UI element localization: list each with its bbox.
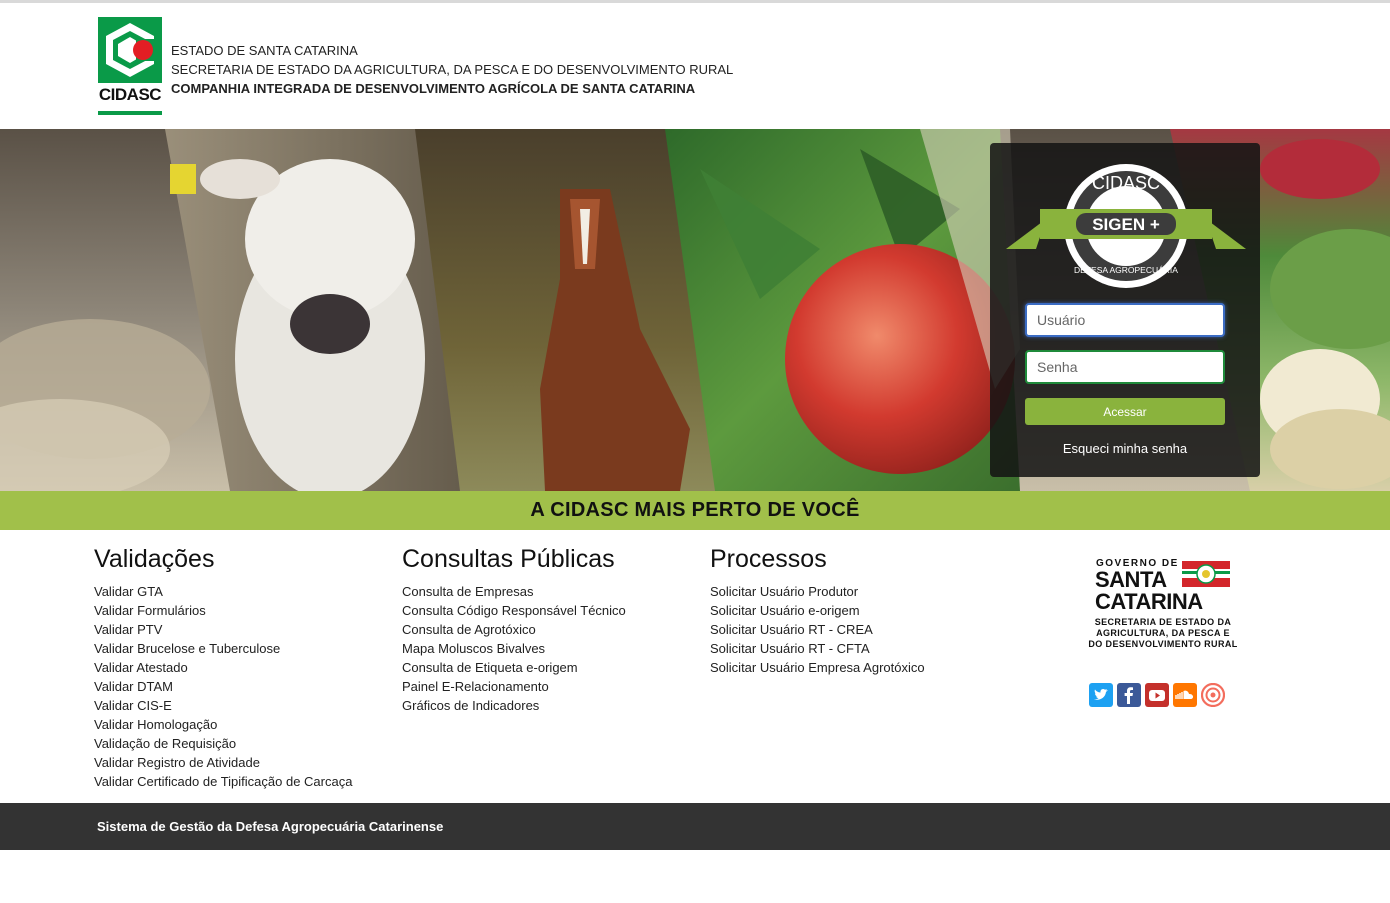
sigen-badge-ribbon-text: SIGEN + [1092,215,1160,234]
username-input[interactable] [1025,303,1225,337]
site-footer: Sistema de Gestão da Defesa Agropecuária… [0,803,1390,850]
validacoes-section: Validações Validar GTA Validar Formulári… [94,544,352,791]
cidasc-logo-text: CIDASC [98,85,162,104]
consultas-section: Consultas Públicas Consulta de Empresas … [402,544,626,715]
cidasc-logo-mark [98,17,162,83]
sigen-badge: CIDASC SIGEN + DEFESA AGROPECUÁRIA [1006,161,1246,291]
header-secretariat: SECRETARIA DE ESTADO DA AGRICULTURA, DA … [171,62,734,77]
validacoes-title: Validações [94,545,215,573]
gov-logo-line4: AGRICULTURA, DA PESCA E [1096,628,1230,638]
issuu-icon[interactable] [1200,682,1226,708]
consultas-link[interactable]: Consulta de Agrotóxico [402,620,626,639]
forgot-password-link[interactable]: Esqueci minha senha [990,441,1260,456]
cidasc-logo[interactable]: CIDASC [98,17,162,117]
login-button[interactable]: Acessar [1025,398,1225,425]
validacoes-link[interactable]: Validação de Requisição [94,734,352,753]
consultas-link[interactable]: Gráficos de Indicadores [402,696,626,715]
login-panel: CIDASC SIGEN + DEFESA AGROPECUÁRIA Acess… [990,143,1260,477]
processos-section: Processos Solicitar Usuário Produtor Sol… [710,544,925,677]
consultas-link[interactable]: Consulta Código Responsável Técnico [402,601,626,620]
hero-collage: CIDASC SIGEN + DEFESA AGROPECUÁRIA Acess… [0,129,1390,491]
validacoes-link[interactable]: Validar PTV [94,620,352,639]
processos-link[interactable]: Solicitar Usuário Produtor [710,582,925,601]
header-titles: ESTADO DE SANTA CATARINA SECRETARIA DE E… [171,41,733,98]
validacoes-link[interactable]: Validar DTAM [94,677,352,696]
slogan-banner: A CIDASC MAIS PERTO DE VOCÊ [0,491,1390,530]
validacoes-link[interactable]: Validar GTA [94,582,352,601]
validacoes-link[interactable]: Validar Certificado de Tipificação de Ca… [94,772,352,791]
validacoes-link[interactable]: Validar Atestado [94,658,352,677]
processos-title: Processos [710,545,827,573]
soundcloud-icon[interactable] [1173,683,1197,707]
processos-link[interactable]: Solicitar Usuário Empresa Agrotóxico [710,658,925,677]
cidasc-logo-underline [98,111,162,115]
validacoes-link[interactable]: Validar Homologação [94,715,352,734]
validacoes-link[interactable]: Validar Formulários [94,601,352,620]
sigen-badge-top-text: CIDASC [1092,173,1160,193]
password-input[interactable] [1025,350,1225,384]
gov-logo-line5: DO DESENVOLVIMENTO RURAL [1088,639,1238,649]
consultas-title: Consultas Públicas [402,545,615,573]
gov-logo-line3: SECRETARIA DE ESTADO DA [1094,617,1232,627]
validacoes-link[interactable]: Validar CIS-E [94,696,352,715]
sc-flag-icon [1182,561,1230,587]
facebook-icon[interactable] [1117,683,1141,707]
processos-link[interactable]: Solicitar Usuário RT - CREA [710,620,925,639]
processos-link[interactable]: Solicitar Usuário RT - CFTA [710,639,925,658]
footer-text: Sistema de Gestão da Defesa Agropecuária… [97,819,444,834]
twitter-icon[interactable] [1089,683,1113,707]
youtube-icon[interactable] [1145,683,1169,707]
validacoes-link[interactable]: Validar Brucelose e Tuberculose [94,639,352,658]
processos-link[interactable]: Solicitar Usuário e-origem [710,601,925,620]
consultas-link[interactable]: Mapa Moluscos Bivalves [402,639,626,658]
validacoes-link[interactable]: Validar Registro de Atividade [94,753,352,772]
gov-sc-logo[interactable]: GOVERNO DE SANTA CATARINA SECRETARIA DE … [1086,558,1240,650]
sigen-badge-bottom-text: DEFESA AGROPECUÁRIA [1074,265,1178,275]
slogan-text: A CIDASC MAIS PERTO DE VOCÊ [530,499,860,521]
consultas-link[interactable]: Consulta de Empresas [402,582,626,601]
header-company: COMPANHIA INTEGRADA DE DESENVOLVIMENTO A… [171,81,696,96]
consultas-link[interactable]: Consulta de Etiqueta e-origem [402,658,626,677]
site-header: CIDASC ESTADO DE SANTA CATARINA SECRETAR… [0,3,1390,129]
header-state: ESTADO DE SANTA CATARINA [171,43,358,58]
gov-logo-line2b: CATARINA [1095,589,1203,614]
consultas-link[interactable]: Painel E-Relacionamento [402,677,626,696]
